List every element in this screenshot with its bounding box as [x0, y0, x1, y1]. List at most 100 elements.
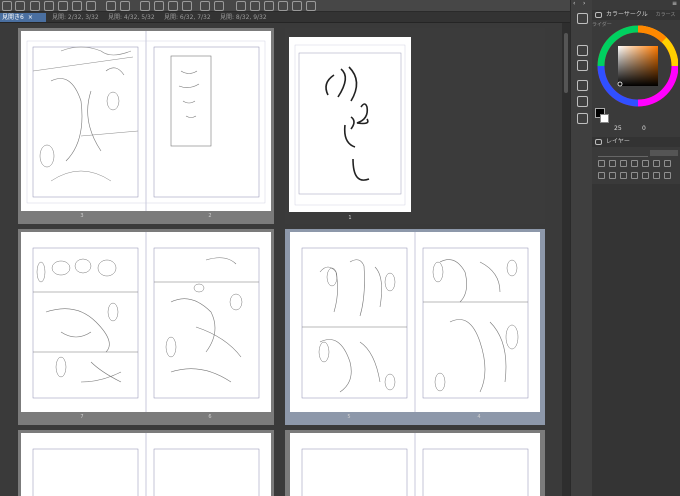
export-icon[interactable]	[86, 1, 96, 11]
lock-alpha-icon[interactable]	[642, 160, 649, 167]
transform-icon[interactable]	[200, 1, 210, 11]
tab-spread-8-9[interactable]: 見開: 8/32, 9/32	[218, 13, 270, 22]
mask-add-icon[interactable]	[653, 172, 660, 179]
blend-mode-dropdown[interactable]	[598, 150, 648, 157]
new-folder-icon[interactable]	[620, 172, 627, 179]
fill-icon[interactable]	[214, 1, 224, 11]
sketch-drawing	[301, 232, 529, 412]
color-wheel-title: カラーサークル	[606, 11, 648, 18]
layer-title: レイヤー	[606, 138, 630, 145]
snap-icon[interactable]	[250, 1, 260, 11]
device-icon[interactable]	[306, 1, 316, 11]
spread-page-1[interactable]: 1	[285, 28, 545, 224]
paste-icon[interactable]	[182, 1, 192, 11]
settings-icon[interactable]	[292, 1, 302, 11]
tab-spread-6-7[interactable]: 見開: 6/32, 7/32	[162, 13, 214, 22]
ruler-icon[interactable]	[236, 1, 246, 11]
tab-label: 見開: 8/32, 9/32	[220, 14, 267, 21]
new-vector-layer-icon[interactable]	[609, 172, 616, 179]
color-value-b: 0	[642, 125, 646, 132]
draft-icon[interactable]	[620, 160, 627, 167]
command-bar	[0, 0, 570, 12]
color-wheel-panel-title[interactable]: カラーサークル カラースライダー	[592, 10, 680, 28]
info-icon[interactable]	[577, 80, 588, 91]
open-file-icon[interactable]	[44, 1, 54, 11]
view-icon[interactable]	[15, 1, 25, 11]
document-tabs: 見開き6 × 見開: 2/32, 3/32 見開: 4/32, 5/32 見開: …	[0, 12, 570, 23]
reference-icon[interactable]	[609, 160, 616, 167]
sub-view-icon[interactable]	[577, 45, 588, 56]
cover-page-thumbnail[interactable]	[289, 37, 411, 212]
lock-icon[interactable]	[631, 160, 638, 167]
page-number: 4	[477, 414, 481, 420]
spread-page-4-5[interactable]: 5 4	[285, 229, 545, 425]
clip-icon[interactable]	[598, 160, 605, 167]
sketch-drawing	[32, 232, 260, 412]
tab-label: 見開き6	[2, 14, 24, 21]
color-value-a: 25	[614, 125, 622, 132]
page-thumbnail[interactable]	[21, 232, 271, 412]
layer-tab-icon	[595, 139, 602, 145]
save-icon[interactable]	[58, 1, 68, 11]
close-icon[interactable]: ×	[28, 14, 33, 21]
page-number: 3	[80, 213, 84, 219]
color-set-icon[interactable]	[278, 1, 288, 11]
sketch-drawing	[26, 31, 266, 211]
delete-layer-icon[interactable]	[664, 172, 671, 179]
clear-icon[interactable]	[140, 1, 150, 11]
material-icon[interactable]	[577, 60, 588, 71]
expand-icon[interactable]: ›	[583, 0, 585, 7]
layer-list[interactable]	[592, 184, 680, 496]
page-thumbnail[interactable]	[290, 433, 540, 496]
cut-icon[interactable]	[154, 1, 164, 11]
tab-label: 見開: 4/32, 5/32	[108, 14, 155, 21]
redo-icon[interactable]	[120, 1, 130, 11]
page-number: 2	[208, 213, 212, 219]
undo-icon[interactable]	[106, 1, 116, 11]
navigator-icon[interactable]	[577, 13, 588, 24]
layer-panel-title[interactable]: レイヤー	[592, 137, 680, 147]
panel-icon-bar: ‹ ›	[570, 0, 592, 496]
vertical-scrollbar[interactable]	[562, 23, 570, 496]
history-icon[interactable]	[577, 113, 588, 124]
tab-label: 見開: 6/32, 7/32	[164, 14, 211, 21]
app-menu-icon[interactable]	[2, 1, 12, 11]
page-number: 6	[208, 414, 212, 420]
blank-page	[301, 433, 529, 496]
menu-icon[interactable]: ≡	[672, 0, 677, 7]
color-wheel-tab-icon	[595, 12, 602, 18]
merge-icon[interactable]	[642, 172, 649, 179]
tab-spread-6[interactable]: 見開き6 ×	[0, 13, 46, 22]
collapse-icon[interactable]: ‹	[573, 0, 575, 7]
spread-page-6-7[interactable]: 7 6	[18, 229, 274, 425]
page-thumbnail[interactable]	[21, 433, 271, 496]
tab-spread-4-5[interactable]: 見開: 4/32, 5/32	[106, 13, 158, 22]
page-thumbnail[interactable]	[21, 31, 271, 211]
new-layer-icon[interactable]	[598, 172, 605, 179]
page-number: 7	[80, 414, 84, 420]
page-number: 5	[347, 414, 351, 420]
mask-icon[interactable]	[653, 160, 660, 167]
scrollbar-thumb[interactable]	[564, 33, 568, 93]
copy-icon[interactable]	[168, 1, 178, 11]
spread-page-10-11[interactable]	[285, 430, 545, 496]
color-wheel[interactable]	[596, 22, 678, 112]
grid-icon[interactable]	[264, 1, 274, 11]
item-bank-icon[interactable]	[577, 96, 588, 107]
tab-spread-2-3[interactable]: 見開: 2/32, 3/32	[50, 13, 102, 22]
cover-sketch	[294, 44, 406, 206]
page-thumbnail[interactable]	[290, 232, 540, 412]
tab-label: 見開: 2/32, 3/32	[52, 14, 99, 21]
ruler-range-icon[interactable]	[664, 160, 671, 167]
right-panel: カラーサークル カラースライダー ≡ 25 0 レイヤー	[592, 0, 680, 496]
print-icon[interactable]	[72, 1, 82, 11]
page-manager-canvas: 3 2 1 7 6 5 4	[0, 23, 562, 496]
spread-page-2-3[interactable]: 3 2	[18, 28, 274, 224]
spread-page-8-9[interactable]	[18, 430, 274, 496]
page-number: 1	[348, 215, 352, 221]
opacity-slider[interactable]	[650, 150, 678, 156]
blank-page	[32, 433, 260, 496]
sub-color-swatch[interactable]	[600, 114, 609, 123]
transfer-icon[interactable]	[631, 172, 638, 179]
new-file-icon[interactable]	[30, 1, 40, 11]
